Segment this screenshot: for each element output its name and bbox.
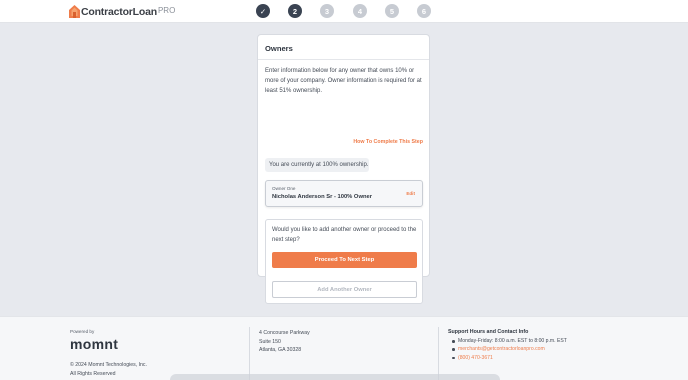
support-list: Monday-Friday: 8:00 a.m. EST to 8:00 p.m…: [452, 337, 567, 362]
powered-by-label: Powered by: [70, 329, 95, 334]
step-5: 5: [385, 4, 399, 18]
add-another-owner-button[interactable]: Add Another Owner: [272, 281, 417, 298]
step-2-current: 2: [288, 4, 302, 18]
support-email-link[interactable]: merchants@getcontractorloanpro.com: [452, 345, 567, 353]
support-phone-link[interactable]: (800) 470-3671: [452, 354, 567, 362]
intro-text: Enter information below for any owner th…: [265, 68, 422, 94]
owners-card: Owners Enter information below for any o…: [257, 34, 430, 304]
step-3: 3: [320, 4, 334, 18]
step-1-complete-icon: ✓: [256, 4, 270, 18]
proceed-to-next-step-button[interactable]: Proceed To Next Step: [272, 252, 417, 268]
next-step-question: Would you like to add another owner or p…: [272, 227, 417, 243]
company-address: 4 Concourse Parkway Suite 150 Atlanta, G…: [259, 329, 310, 355]
address-line-2: Suite 150: [259, 338, 281, 345]
bottom-overlay-edge: [170, 374, 500, 380]
footer-divider: [438, 327, 439, 380]
support-hours: Monday-Friday: 8:00 a.m. EST to 8:00 p.m…: [452, 337, 567, 345]
address-line-1: 4 Concourse Parkway: [259, 330, 310, 336]
how-to-complete-link[interactable]: How To Complete This Step: [353, 139, 423, 145]
owner-name: Nicholas Anderson Sr - 100% Owner: [272, 194, 372, 200]
step-6: 6: [417, 4, 431, 18]
next-step-panel: Would you like to add another owner or p…: [265, 219, 423, 304]
step-4: 4: [353, 4, 367, 18]
edit-owner-link[interactable]: Edit: [406, 191, 415, 196]
support-title: Support Hours and Contact Info: [448, 329, 529, 335]
rights-line: All Rights Reserved: [70, 370, 116, 377]
owner-label: Owner One: [272, 186, 296, 191]
copyright: © 2024 Momnt Technologies, Inc. All Righ…: [70, 361, 147, 378]
card-divider: [258, 59, 429, 60]
logo-pro-text: PRO: [157, 6, 176, 15]
copyright-line: © 2024 Momnt Technologies, Inc.: [70, 362, 147, 368]
card-title: Owners: [265, 44, 293, 53]
house-logo-icon: [69, 5, 80, 18]
footer-divider: [249, 327, 250, 380]
address-line-3: Atlanta, GA 30328: [259, 347, 302, 353]
owner-card: Owner One Nicholas Anderson Sr - 100% Ow…: [265, 180, 423, 207]
footer: Powered by momnt © 2024 Momnt Technologi…: [0, 316, 688, 380]
momnt-logo: momnt: [70, 336, 119, 352]
logo-text: ContractorLoan: [81, 5, 157, 18]
contractorloanpro-logo[interactable]: ContractorLoan PRO: [69, 4, 175, 19]
top-navigation-bar: ContractorLoan PRO ✓ 2 3 4 5 6: [0, 0, 688, 23]
ownership-status: You are currently at 100% ownership.: [265, 158, 369, 172]
